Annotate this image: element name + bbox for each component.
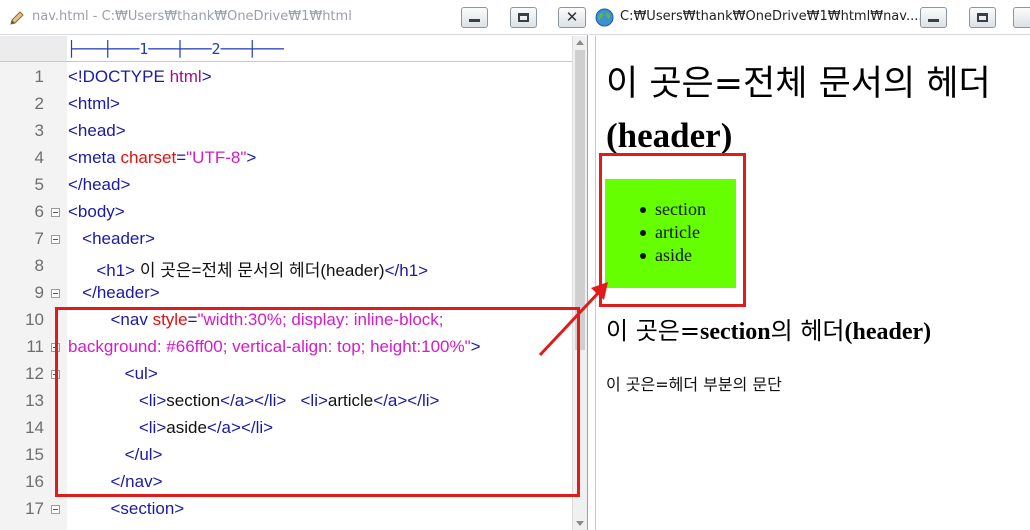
line-number: 7 [34,229,44,248]
code-line[interactable]: <meta charset="UTF-8"> [68,148,256,168]
editor-window: nav.html - C:₩Users₩thank₩OneDrive₩1₩htm… [0,0,588,530]
code-token: = [176,148,187,167]
line-number: 5 [34,175,44,194]
code-line[interactable]: </head> [68,175,130,195]
code-token: <h1> [68,261,136,280]
code-token: <section> [68,499,185,518]
nav-render-annotation-box [599,153,746,307]
pencil-icon [10,11,24,25]
code-token: <body> [68,202,125,221]
section-heading-part: 이 곳은= [606,317,700,345]
section-heading-part: 의 헤더 [770,317,845,345]
line-number: 10 [25,310,44,329]
fold-collapse-icon[interactable] [51,289,60,298]
browser-maximize-button[interactable] [969,7,996,28]
scrollbar-thumb[interactable] [575,50,585,350]
code-token: "UTF-8" [186,148,247,167]
code-line[interactable]: <body> [68,202,125,222]
code-line[interactable]: <header> [68,229,155,249]
code-line[interactable]: </header> [68,283,160,303]
ruler-row: ├───┼───1───┼───2───┼─── [0,36,572,62]
code-token: </head> [68,175,131,194]
fold-collapse-icon[interactable] [51,208,60,217]
browser-titlebar: C:₩Users₩thank₩OneDrive₩1₩html₩nav.... [589,0,1030,35]
code-token: 이 곳은=전체 문서의 헤더(header) [135,261,385,280]
line-number: 12 [25,364,44,383]
line-number: 15 [25,445,44,464]
editor-maximize-button[interactable] [510,7,537,28]
line-number: 4 [34,148,44,167]
code-token: > [201,67,212,86]
section-heading: 이 곳은=section의 헤더(header) [606,311,931,346]
fold-collapse-icon[interactable] [51,505,60,514]
nav-code-annotation-box [55,307,580,497]
line-number: 14 [25,418,44,437]
code-line[interactable]: <!DOCTYPE html> [68,67,212,87]
globe-icon [595,8,614,27]
browser-minimize-button[interactable] [920,7,947,28]
section-heading-bold: (header) [844,319,932,345]
maximize-icon [977,13,988,22]
code-token: </h1> [384,261,429,280]
code-line[interactable]: <section> [68,499,185,519]
code-token: charset [120,148,177,167]
section-paragraph: 이 곳은=헤더 부분의 문단 [606,375,782,394]
minimize-icon [469,19,480,22]
code-token: > [246,148,257,167]
code-line[interactable]: <html> [68,94,120,114]
line-number: 11 [26,337,44,356]
code-line[interactable]: <head> [68,121,126,141]
code-token: </header> [68,283,160,302]
line-number: 6 [34,202,44,221]
code-token: <head> [68,121,126,140]
code-token: <meta [68,148,121,167]
page-heading-text: 이 곳은=전체 문서의 헤더 [606,64,991,104]
line-number: 1 [34,67,44,86]
code-token: <html> [68,94,120,113]
ruler-corner [0,36,67,62]
browser-close-button[interactable] [1013,7,1030,28]
code-token: <header> [68,229,155,248]
line-number: 3 [34,121,44,140]
code-token: <!DOCTYPE [68,67,170,86]
section-heading-bold: section [699,319,771,345]
browser-viewport: 이 곳은=전체 문서의 헤더(header) section article a… [595,36,1030,530]
page-heading: 이 곳은=전체 문서의 헤더 (header) [606,58,1026,162]
editor-close-button[interactable]: ✕ [558,7,586,28]
editor-minimize-button[interactable] [461,7,488,28]
scroll-up-icon[interactable] [576,40,584,45]
editor-title: nav.html - C:₩Users₩thank₩OneDrive₩1₩htm… [32,9,352,24]
line-number: 13 [25,391,44,410]
browser-title: C:₩Users₩thank₩OneDrive₩1₩html₩nav.... [620,9,923,24]
page-heading-bold: (header) [606,116,733,155]
code-token: html [169,67,202,86]
scroll-down-icon[interactable] [576,521,584,526]
browser-window: C:₩Users₩thank₩OneDrive₩1₩html₩nav.... 이… [589,0,1030,530]
line-number: 2 [34,94,44,113]
line-number: 16 [25,472,44,491]
minimize-icon [928,19,939,22]
close-icon: ✕ [565,8,579,26]
column-ruler: ├───┼───1───┼───2───┼─── [67,36,572,62]
line-number: 17 [25,499,44,518]
code-line[interactable]: <h1> 이 곳은=전체 문서의 헤더(header)</h1> [68,256,428,281]
line-number: 8 [34,256,44,275]
editor-titlebar: nav.html - C:₩Users₩thank₩OneDrive₩1₩htm… [0,0,588,35]
fold-collapse-icon[interactable] [51,235,60,244]
maximize-icon [518,13,529,22]
line-number: 9 [34,283,44,302]
